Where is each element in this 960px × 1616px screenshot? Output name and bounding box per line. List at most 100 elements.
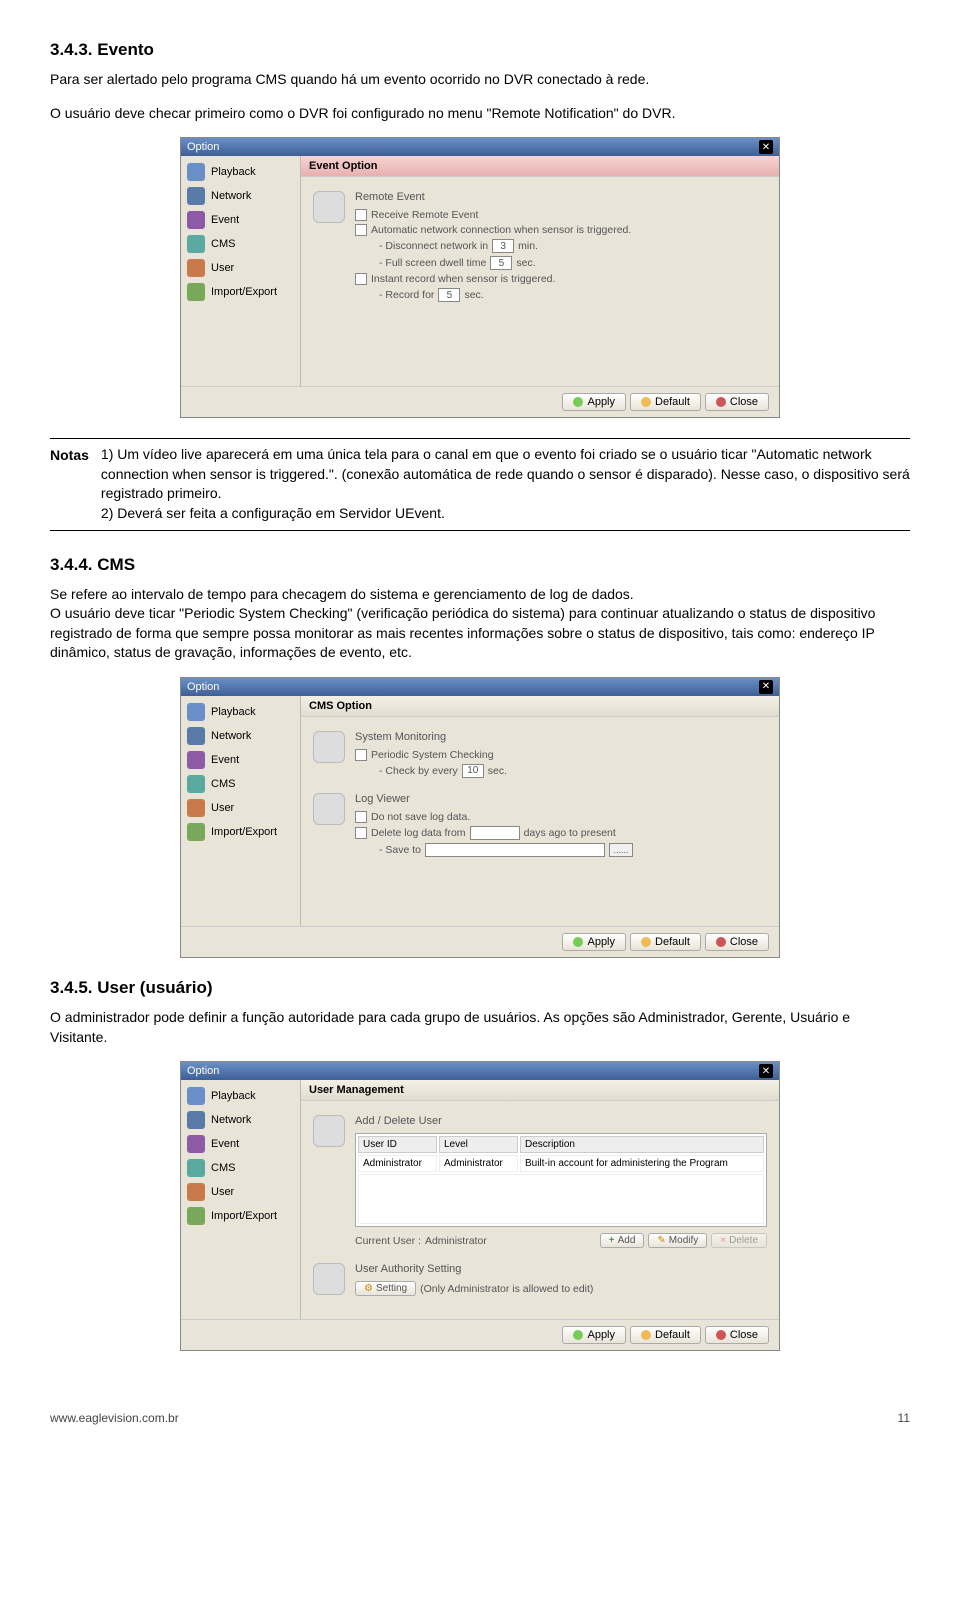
nav-item-playback[interactable]: Playback [181, 1084, 300, 1108]
seconds-input[interactable]: 5 [490, 256, 512, 270]
close-button[interactable]: Close [705, 393, 769, 411]
checkbox[interactable] [355, 209, 367, 221]
nav-label: Playback [211, 166, 256, 178]
checkbox[interactable] [355, 749, 367, 761]
nav-label: CMS [211, 238, 235, 250]
checkbox[interactable] [355, 224, 367, 236]
unit-label: sec. [516, 257, 535, 269]
apply-button[interactable]: Apply [562, 1326, 626, 1344]
th-description[interactable]: Description [520, 1136, 764, 1153]
section-para: O usuário deve checar primeiro como o DV… [50, 104, 910, 124]
nav-item-importexport[interactable]: Import/Export [181, 820, 300, 844]
group-title: System Monitoring [355, 731, 767, 743]
section-heading-user: 3.4.5. User (usuário) [50, 978, 910, 998]
section-heading-evento: 3.4.3. Evento [50, 40, 910, 60]
nav-item-playback[interactable]: Playback [181, 700, 300, 724]
default-button[interactable]: Default [630, 1326, 701, 1344]
nav-label: Event [211, 1138, 239, 1150]
content-header: User Management [301, 1080, 779, 1101]
nav-label: Event [211, 754, 239, 766]
page-number: 11 [898, 1411, 910, 1425]
nav-icon [187, 799, 205, 817]
field-label: - Disconnect network in [379, 240, 488, 252]
plus-icon: + [609, 1235, 615, 1246]
close-icon [716, 937, 726, 947]
button-label: Apply [587, 1329, 615, 1341]
section-heading-cms: 3.4.4. CMS [50, 555, 910, 575]
table-row[interactable]: Administrator Administrator Built-in acc… [358, 1155, 764, 1172]
checkbox[interactable] [355, 827, 367, 839]
content-header: Event Option [301, 156, 779, 177]
th-userid[interactable]: User ID [358, 1136, 437, 1153]
apply-button[interactable]: Apply [562, 933, 626, 951]
delete-button[interactable]: ×Delete [711, 1233, 767, 1248]
field-label: - Check by every [379, 765, 458, 777]
nav-item-network[interactable]: Network [181, 724, 300, 748]
checkbox[interactable] [355, 811, 367, 823]
nav-label: CMS [211, 778, 235, 790]
apply-button[interactable]: Apply [562, 393, 626, 411]
modify-button[interactable]: ✎Modify [648, 1233, 707, 1248]
nav-item-user[interactable]: User [181, 796, 300, 820]
seconds-input[interactable]: 5 [438, 288, 460, 302]
logviewer-icon [313, 793, 345, 825]
nav-item-network[interactable]: Network [181, 1108, 300, 1132]
close-icon[interactable]: ✕ [759, 680, 773, 694]
browse-button[interactable]: ...... [609, 843, 633, 857]
group-title: Add / Delete User [355, 1115, 767, 1127]
nav-icon [187, 1207, 205, 1225]
nav-icon [187, 751, 205, 769]
setting-button[interactable]: ⚙Setting [355, 1281, 416, 1296]
monitoring-icon [313, 731, 345, 763]
nav-item-user[interactable]: User [181, 256, 300, 280]
unit-label: sec. [464, 289, 483, 301]
dialog-title: Option [187, 1065, 219, 1077]
current-user-label: Current User : [355, 1235, 421, 1247]
nav-item-cms[interactable]: CMS [181, 232, 300, 256]
nav-item-importexport[interactable]: Import/Export [181, 1204, 300, 1228]
td-desc: Built-in account for administering the P… [520, 1155, 764, 1172]
nav-label: Network [211, 730, 251, 742]
default-icon [641, 1330, 651, 1340]
unit-label: min. [518, 240, 538, 252]
add-button[interactable]: +Add [600, 1233, 645, 1248]
nav-item-event[interactable]: Event [181, 1132, 300, 1156]
nav-label: User [211, 802, 234, 814]
minutes-input[interactable]: 3 [492, 239, 514, 253]
dialog-titlebar: Option ✕ [181, 678, 779, 696]
seconds-input[interactable]: 10 [462, 764, 484, 778]
notes-text: 1) Um vídeo live aparecerá em uma única … [101, 445, 910, 523]
content-header: CMS Option [301, 696, 779, 717]
th-level[interactable]: Level [439, 1136, 518, 1153]
nav-icon [187, 1135, 205, 1153]
checkbox-label: Do not save log data. [371, 811, 470, 823]
field-label: - Full screen dwell time [379, 257, 486, 269]
nav-icon [187, 703, 205, 721]
default-button[interactable]: Default [630, 393, 701, 411]
nav-item-cms[interactable]: CMS [181, 772, 300, 796]
page-footer: www.eaglevision.com.br 11 [50, 1411, 910, 1425]
close-button[interactable]: Close [705, 933, 769, 951]
nav-item-event[interactable]: Event [181, 208, 300, 232]
authority-note: (Only Administrator is allowed to edit) [420, 1283, 593, 1295]
close-icon[interactable]: ✕ [759, 1064, 773, 1078]
close-button[interactable]: Close [705, 1326, 769, 1344]
default-button[interactable]: Default [630, 933, 701, 951]
nav-label: Playback [211, 1090, 256, 1102]
nav-item-importexport[interactable]: Import/Export [181, 280, 300, 304]
authority-icon [313, 1263, 345, 1295]
nav-item-network[interactable]: Network [181, 184, 300, 208]
close-icon[interactable]: ✕ [759, 140, 773, 154]
nav-item-cms[interactable]: CMS [181, 1156, 300, 1180]
nav-item-playback[interactable]: Playback [181, 160, 300, 184]
nav-label: Import/Export [211, 1210, 277, 1222]
days-combo[interactable] [470, 826, 520, 840]
nav-item-user[interactable]: User [181, 1180, 300, 1204]
edit-icon: ✎ [657, 1235, 665, 1246]
path-input[interactable] [425, 843, 605, 857]
remote-event-icon [313, 191, 345, 223]
button-label: Default [655, 1329, 690, 1341]
nav-item-event[interactable]: Event [181, 748, 300, 772]
nav-icon [187, 1111, 205, 1129]
checkbox[interactable] [355, 273, 367, 285]
